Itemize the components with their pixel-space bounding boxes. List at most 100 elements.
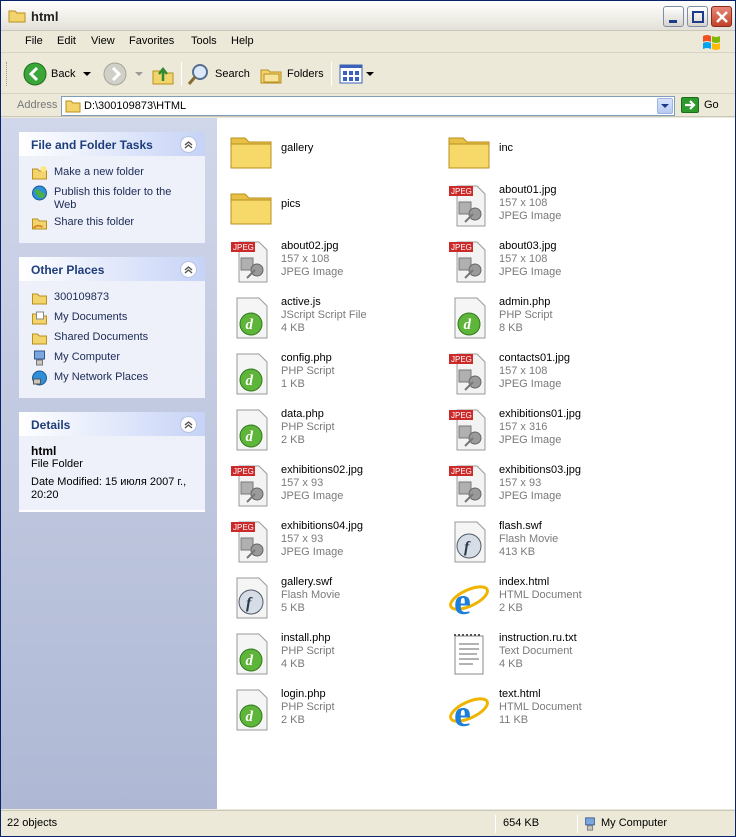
file-meta-2: 4 KB <box>281 322 305 334</box>
menu-file[interactable]: File <box>25 35 43 47</box>
file-item[interactable]: JPEG contacts01.jpg 157 x 108 JPEG Image <box>441 348 651 402</box>
collapse-chevron-icon[interactable] <box>180 261 197 278</box>
back-button[interactable]: Back <box>23 60 93 88</box>
file-item[interactable]: d install.php PHP Script 4 KB <box>223 628 433 682</box>
task-new-folder[interactable]: Make a new folder <box>31 165 195 185</box>
file-item[interactable]: inc <box>441 124 651 178</box>
task-publish-web[interactable]: Publish this folder to the Web <box>31 185 195 215</box>
file-meta-2: 5 KB <box>281 602 305 614</box>
file-item[interactable]: JPEG exhibitions04.jpg 157 x 93 JPEG Image <box>223 516 433 570</box>
task-share-folder[interactable]: Share this folder <box>31 215 195 235</box>
file-item[interactable]: gallery <box>223 124 433 178</box>
file-item[interactable]: pics <box>223 180 433 234</box>
place-my-documents[interactable]: My Documents <box>31 310 195 330</box>
menu-view[interactable]: View <box>91 35 115 47</box>
panel-header[interactable]: File and Folder Tasks <box>19 132 205 157</box>
file-item[interactable]: f gallery.swf Flash Movie 5 KB <box>223 572 433 626</box>
file-meta-1: 157 x 108 <box>499 253 548 265</box>
address-dropdown-button[interactable] <box>657 98 673 114</box>
file-item[interactable]: d config.php PHP Script 1 KB <box>223 348 433 402</box>
address-value: D:\300109873\HTML <box>84 100 187 112</box>
close-button[interactable] <box>711 6 732 27</box>
place-my-network-places[interactable]: My Network Places <box>31 370 195 390</box>
toolbar-grip[interactable] <box>6 62 9 86</box>
chevron-down-icon[interactable] <box>133 69 145 79</box>
go-button[interactable]: Go <box>681 97 719 113</box>
file-name: exhibitions01.jpg <box>499 408 581 420</box>
details-panel: Details html File Folder Date Modified: … <box>19 412 205 512</box>
menu-bar: File Edit View Favorites Tools Help <box>1 31 735 53</box>
chevron-down-icon[interactable] <box>365 69 375 79</box>
task-label: Publish this folder to the Web <box>54 186 172 211</box>
svg-text:JPEG: JPEG <box>233 523 254 532</box>
file-item[interactable]: d data.php PHP Script 2 KB <box>223 404 433 458</box>
place-my-computer[interactable]: My Computer <box>31 350 195 370</box>
text-document-icon <box>445 630 493 678</box>
status-separator <box>495 815 496 833</box>
jpeg-file-icon: JPEG <box>445 238 493 286</box>
menu-help[interactable]: Help <box>231 35 254 47</box>
maximize-button[interactable] <box>687 6 708 27</box>
file-item[interactable]: instruction.ru.txt Text Document 4 KB <box>441 628 651 682</box>
place-shared-documents[interactable]: Shared Documents <box>31 330 195 350</box>
chevron-down-icon[interactable] <box>81 69 93 79</box>
search-label: Search <box>215 68 250 80</box>
jpeg-file-icon: JPEG <box>445 350 493 398</box>
file-meta-2: JPEG Image <box>281 266 344 278</box>
jpeg-file-icon: JPEG <box>227 238 275 286</box>
up-folder-button[interactable] <box>151 60 175 88</box>
file-meta-1: 157 x 108 <box>499 365 548 377</box>
menu-tools[interactable]: Tools <box>191 35 217 47</box>
place-300109873[interactable]: 300109873 <box>31 290 195 310</box>
jpeg-file-icon: JPEG <box>445 406 493 454</box>
place-label: Shared Documents <box>54 331 149 343</box>
collapse-chevron-icon[interactable] <box>180 416 197 433</box>
menu-favorites[interactable]: Favorites <box>129 35 174 47</box>
go-arrow-icon <box>681 97 699 113</box>
collapse-chevron-icon[interactable] <box>180 136 197 153</box>
svg-text:e: e <box>454 693 471 734</box>
views-button[interactable] <box>339 60 375 88</box>
folders-button[interactable]: Folders <box>259 60 324 88</box>
file-item[interactable]: JPEG about02.jpg 157 x 108 JPEG Image <box>223 236 433 290</box>
flash-file-icon: f <box>227 574 275 622</box>
minimize-button[interactable] <box>663 6 684 27</box>
file-item[interactable]: JPEG exhibitions03.jpg 157 x 93 JPEG Image <box>441 460 651 514</box>
file-item[interactable]: d admin.php PHP Script 8 KB <box>441 292 651 346</box>
title-bar[interactable]: html <box>1 1 735 31</box>
file-item[interactable]: d active.js JScript Script File 4 KB <box>223 292 433 346</box>
file-item[interactable]: f flash.swf Flash Movie 413 KB <box>441 516 651 570</box>
file-name: about02.jpg <box>281 240 339 252</box>
file-name: about03.jpg <box>499 240 557 252</box>
panel-title: File and Folder Tasks <box>31 138 153 152</box>
file-list: gallery inc pics JPEG about01.jpg 157 x 108 JP… <box>217 118 735 809</box>
jpeg-file-icon: JPEG <box>227 462 275 510</box>
task-label: Make a new folder <box>54 166 144 178</box>
file-item[interactable]: JPEG about01.jpg 157 x 108 JPEG Image <box>441 180 651 234</box>
file-item[interactable]: d login.php PHP Script 2 KB <box>223 684 433 738</box>
address-input[interactable]: D:\300109873\HTML <box>61 96 675 116</box>
folder-icon <box>65 100 81 113</box>
file-item[interactable]: JPEG exhibitions01.jpg 157 x 316 JPEG Image <box>441 404 651 458</box>
file-name: exhibitions03.jpg <box>499 464 581 476</box>
panel-header[interactable]: Other Places <box>19 257 205 282</box>
html-document-icon: e <box>445 686 493 735</box>
file-item[interactable]: e index.html HTML Document 2 KB <box>441 572 651 626</box>
file-meta-1: 157 x 93 <box>499 477 542 489</box>
file-name: install.php <box>281 632 331 644</box>
search-button[interactable]: Search <box>187 60 250 88</box>
file-meta-2: 4 KB <box>281 658 305 670</box>
dreamweaver-file-icon: d <box>227 686 275 734</box>
jpeg-file-icon: JPEG <box>445 462 493 510</box>
status-separator <box>577 815 578 833</box>
folder-icon <box>32 293 47 305</box>
file-item[interactable]: JPEG exhibitions02.jpg 157 x 93 JPEG Image <box>223 460 433 514</box>
folder-icon <box>8 10 26 23</box>
file-meta-1: PHP Script <box>281 365 335 377</box>
panel-header[interactable]: Details <box>19 412 205 437</box>
file-item[interactable]: e text.html HTML Document 11 KB <box>441 684 651 738</box>
file-meta-1: HTML Document <box>499 589 582 601</box>
menu-edit[interactable]: Edit <box>57 35 76 47</box>
file-item[interactable]: JPEG about03.jpg 157 x 108 JPEG Image <box>441 236 651 290</box>
forward-button[interactable] <box>103 60 145 88</box>
